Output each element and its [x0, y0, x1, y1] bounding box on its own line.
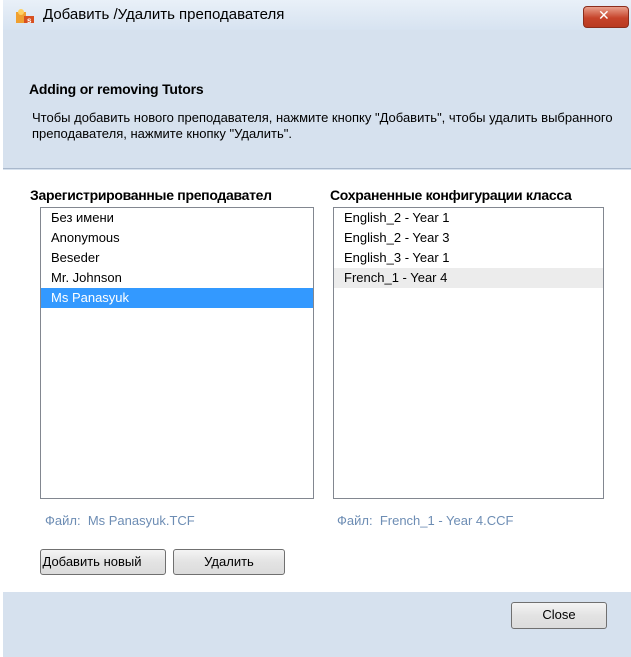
config-file-info: Файл: French_1 - Year 4.CCF: [337, 513, 514, 528]
configs-heading: Сохраненные конфигурации класса: [330, 187, 572, 203]
header-title: Adding or removing Tutors: [29, 81, 204, 97]
svg-text:s: s: [27, 16, 32, 24]
list-item[interactable]: Anonymous: [41, 228, 313, 248]
delete-tutor-button[interactable]: Удалить: [173, 549, 285, 575]
close-icon: ✕: [598, 8, 610, 24]
config-file-value: French_1 - Year 4.CCF: [379, 513, 514, 528]
dialog-window: s Добавить /Удалить преподавателя ✕ Addi…: [3, 0, 631, 657]
list-item[interactable]: English_2 - Year 3: [334, 228, 603, 248]
list-item[interactable]: Beseder: [41, 248, 313, 268]
window-close-button[interactable]: ✕: [583, 6, 629, 28]
tutors-listbox[interactable]: Без имени Anonymous Beseder Mr. Johnson Ms P…: [40, 207, 314, 499]
tutor-file-label: Файл:: [45, 513, 81, 528]
title-bar[interactable]: s Добавить /Удалить преподавателя ✕: [3, 0, 631, 30]
window-title: Добавить /Удалить преподавателя: [43, 6, 285, 23]
list-item[interactable]: Ms Panasyuk: [41, 288, 313, 308]
header-separator: [3, 168, 631, 169]
add-tutor-button[interactable]: Добавить новый: [40, 549, 166, 575]
tutor-file-info: Файл: Ms Panasyuk.TCF: [45, 513, 195, 528]
list-item[interactable]: English_3 - Year 1: [334, 248, 603, 268]
list-item[interactable]: French_1 - Year 4: [334, 268, 603, 288]
tutors-heading: Зарегистрированные преподавател: [30, 187, 272, 203]
config-file-label: Файл:: [337, 513, 373, 528]
list-item[interactable]: Без имени: [41, 208, 313, 228]
list-item[interactable]: English_2 - Year 1: [334, 208, 603, 228]
configs-listbox[interactable]: English_2 - Year 1 English_2 - Year 3 Engl…: [333, 207, 604, 499]
header-description: Чтобы добавить нового преподавателя, наж…: [32, 110, 613, 141]
tutor-file-value: Ms Panasyuk.TCF: [87, 513, 195, 528]
close-button[interactable]: Close: [511, 602, 607, 629]
list-item[interactable]: Mr. Johnson: [41, 268, 313, 288]
app-icon: s: [16, 9, 34, 24]
